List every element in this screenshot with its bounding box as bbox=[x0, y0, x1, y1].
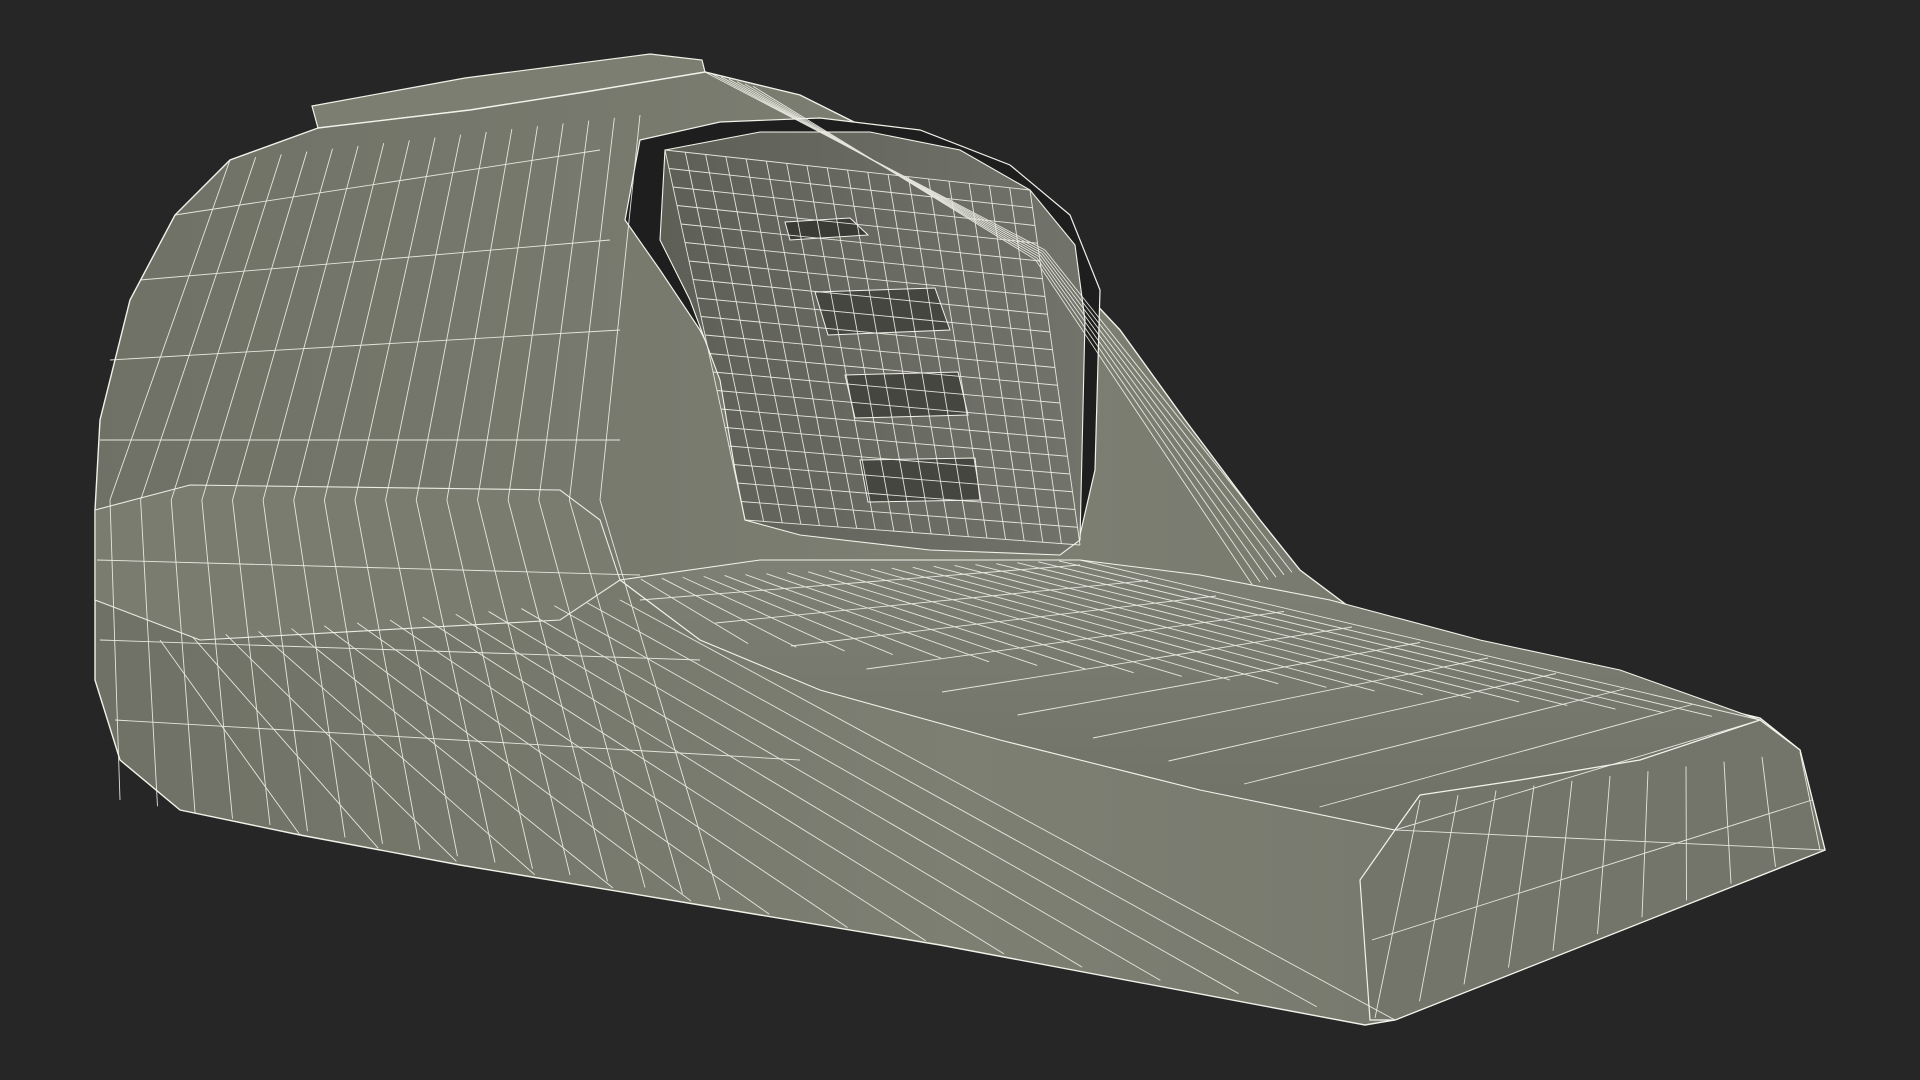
render-viewport bbox=[0, 0, 1920, 1080]
wire-front-v bbox=[1685, 766, 1687, 901]
slot-4 bbox=[859, 457, 981, 503]
wireframe-model bbox=[94, 53, 1826, 1026]
